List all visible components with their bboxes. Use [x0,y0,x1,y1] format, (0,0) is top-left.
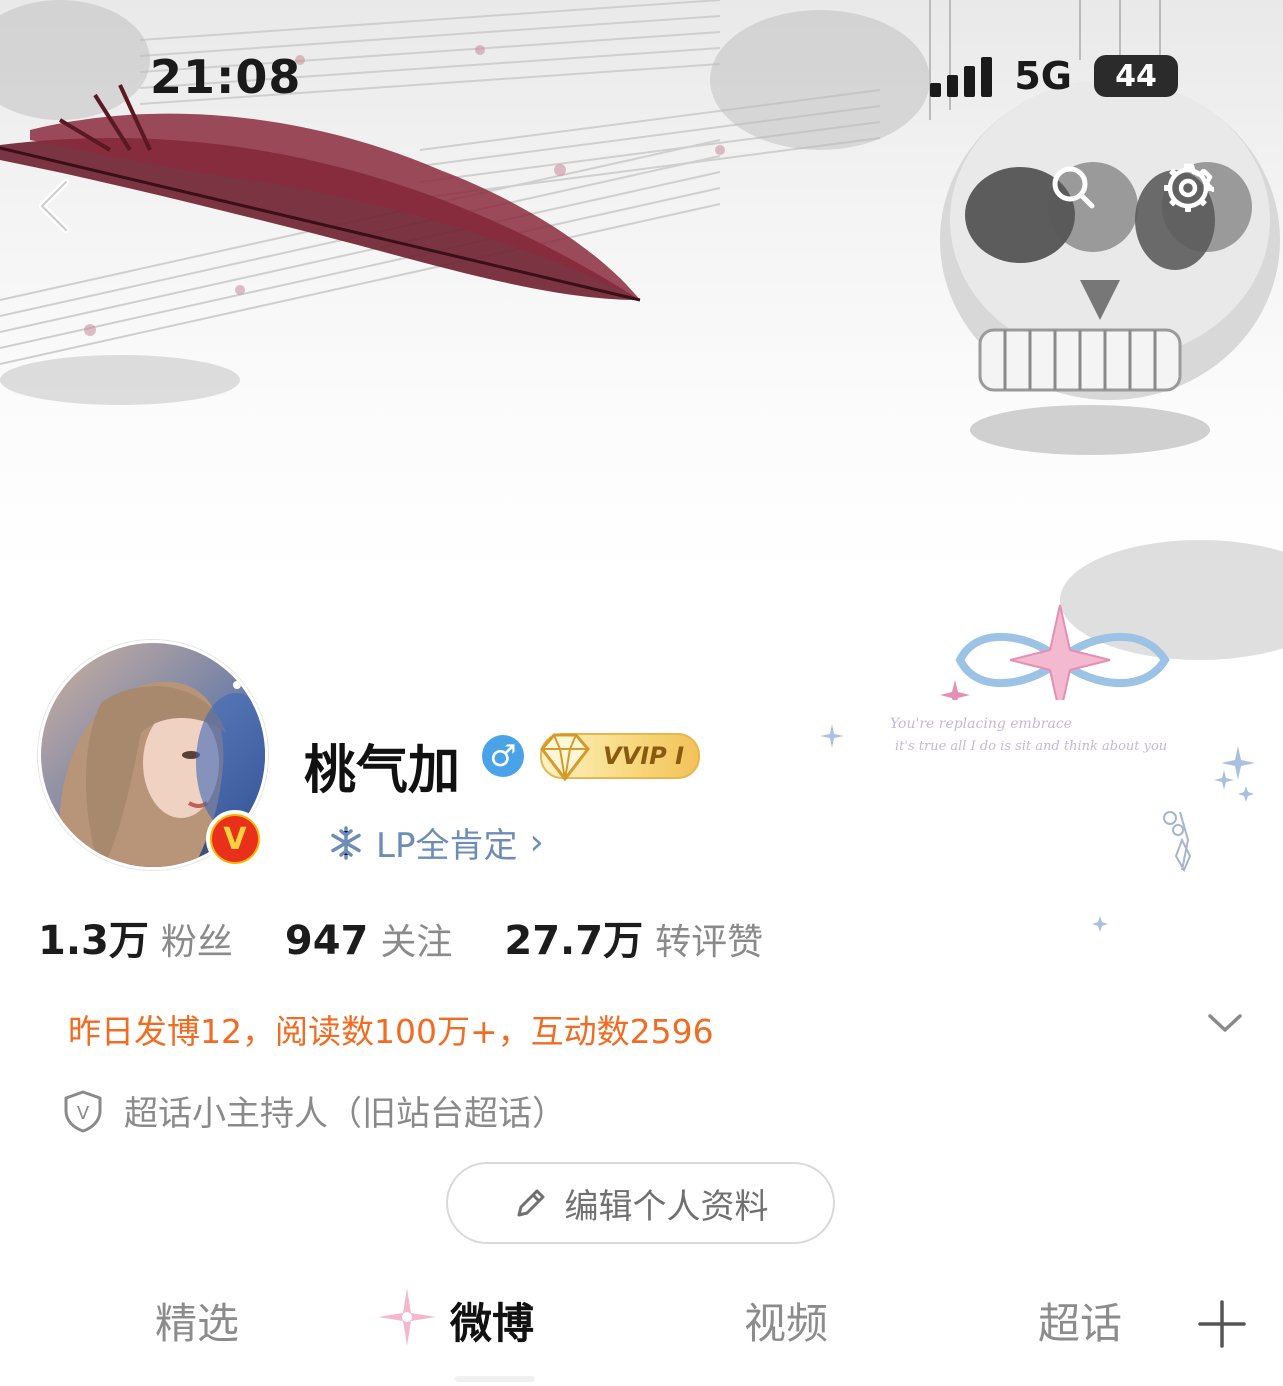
add-tab-button[interactable] [1196,1298,1248,1354]
tab-weibo[interactable]: 微博 [450,1290,534,1351]
chevron-down-icon [1208,1014,1242,1032]
tab-featured[interactable]: 精选 [155,1290,239,1351]
stat-label: 粉丝 [160,922,233,963]
verified-badge-letter: V [212,816,258,862]
stat-followers[interactable]: 1.3万 粉丝 [38,908,233,966]
tab-super-topic[interactable]: 超话 [1038,1290,1122,1351]
vvip-badge[interactable]: VVIP Ⅰ [540,733,700,782]
edit-profile-button[interactable]: 编辑个人资料 [446,1162,835,1244]
status-indicators: 5G 44 [930,54,1178,98]
stats-row: 1.3万 粉丝 947 关注 27.7万 转评赞 [38,908,815,966]
shield-letter: V [77,1103,90,1124]
super-topic-host[interactable]: V 超话小主持人（旧站台超话） [62,1086,566,1135]
status-time: 21:08 [150,50,302,104]
back-arrow-icon [38,178,70,234]
script-line-1: You're replacing embrace [890,716,1072,732]
chevron-right-icon: › [529,822,544,863]
shield-icon: V [64,1090,102,1132]
script-line-2: it's true all I do is sit and think abou… [895,739,1167,754]
gear-icon [1164,163,1214,212]
activity-summary[interactable]: 昨日发博12，阅读数100万+，互动数2596 [68,1005,714,1053]
network-type: 5G [1014,54,1072,98]
tagline-text: LP全肯定 [376,826,518,866]
pencil-icon [517,1189,544,1217]
back-button[interactable] [28,170,88,240]
diamond-icon [540,733,590,782]
stat-interactions[interactable]: 27.7万 转评赞 [504,908,763,966]
search-button[interactable] [1048,162,1138,252]
male-gender-icon: ♂ [482,735,524,777]
expand-button[interactable] [1205,1008,1245,1042]
sparkle-icon [378,1288,436,1346]
tab-video[interactable]: 视频 [744,1290,828,1351]
skull-illustration [940,80,1280,455]
stat-following[interactable]: 947 关注 [285,913,453,965]
vvip-label: VVIP Ⅰ [603,742,684,770]
plus-icon [1198,1300,1246,1348]
settings-button[interactable] [1162,162,1252,252]
verified-badge: V [206,810,264,868]
edit-profile-label: 编辑个人资料 [564,1186,769,1227]
active-tab-indicator [455,1376,535,1382]
stat-label: 转评赞 [655,922,764,963]
stat-label: 关注 [380,922,453,963]
profile-tagline[interactable]: LP全肯定 › [328,818,544,867]
decorative-script: You're replacing embrace it's true all I… [820,716,1255,932]
cellular-signal-icon [930,55,993,97]
profile-banner[interactable]: 21:08 5G 44 [0,0,1283,720]
stat-value: 27.7万 [504,918,644,964]
stat-value: 1.3万 [38,918,149,964]
host-text: 超话小主持人（旧站台超话） [124,1094,566,1134]
profile-tabs: 精选 微博 视频 超话 [0,1288,1283,1356]
battery-indicator: 44 [1094,55,1178,97]
search-icon [1052,166,1095,209]
profile-name: 桃气加 [304,741,461,801]
stat-value: 947 [284,918,369,964]
feather-illustration [0,84,641,302]
snowflake-icon [331,825,361,860]
banner-artwork [0,0,1283,716]
